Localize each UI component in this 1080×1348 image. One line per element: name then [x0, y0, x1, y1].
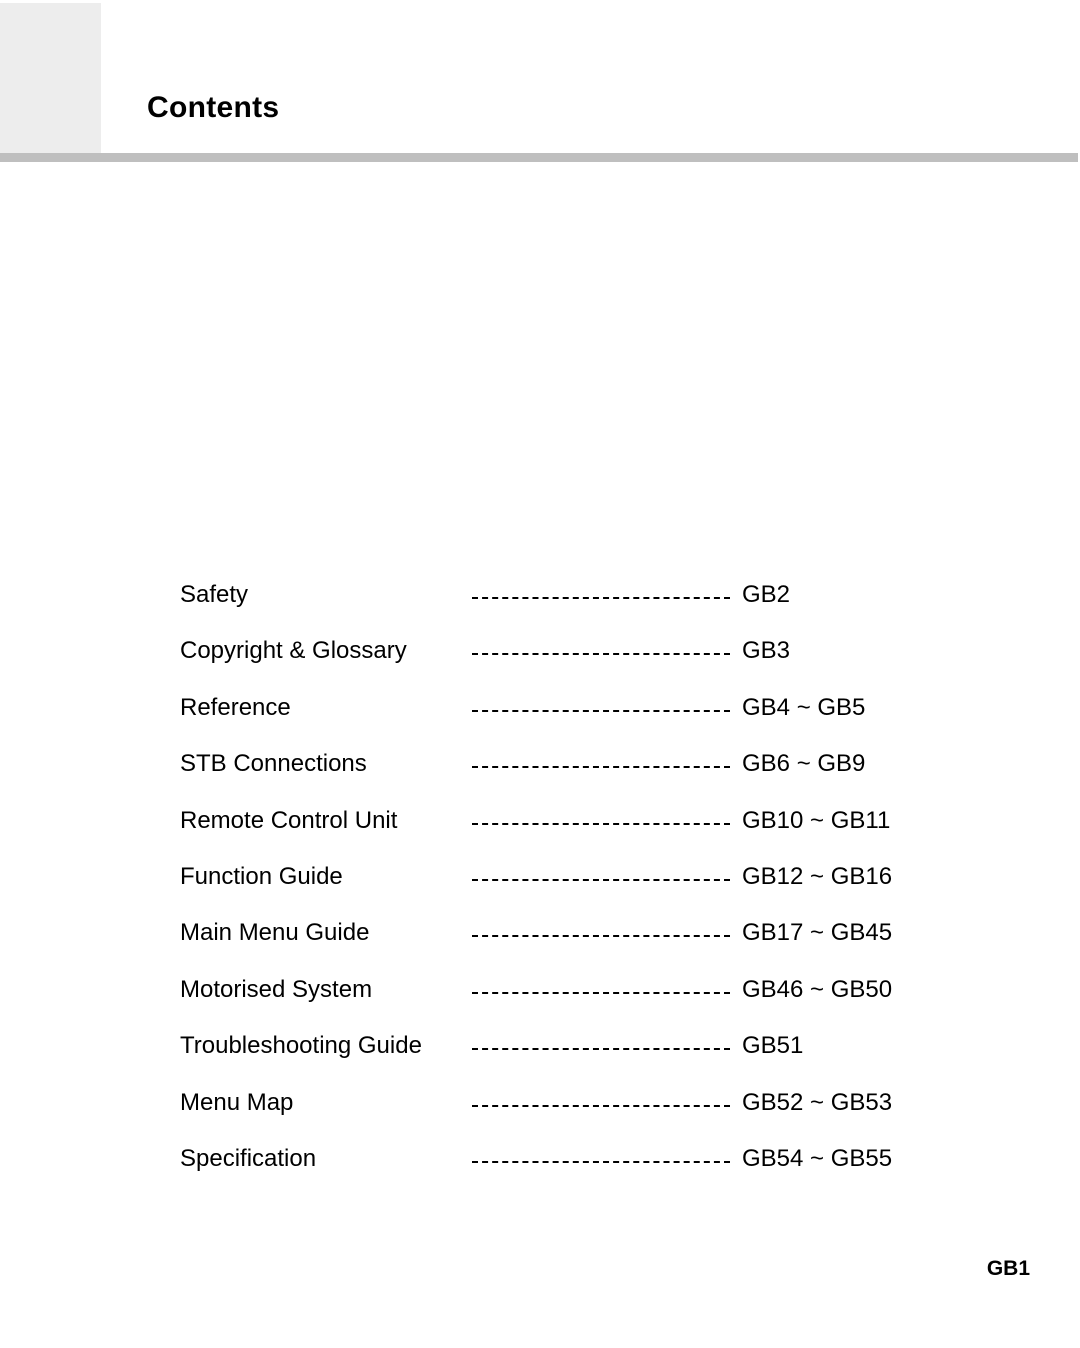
toc-entry-label: Motorised System [180, 975, 373, 1003]
toc-entry-label: Safety [180, 581, 249, 608]
toc-entry-pages: GB51 [742, 1032, 804, 1060]
toc-entry-label: Reference [180, 693, 291, 721]
page-header: Contents [0, 0, 1080, 164]
toc-entry-pages: GB2 [742, 581, 791, 608]
toc-leader-line [472, 766, 730, 769]
toc-leader-line [472, 878, 730, 881]
toc-entry[interactable]: Function Guide GB12 ~ GB16 [0, 857, 1080, 913]
page-title: Contents [147, 91, 280, 124]
toc-leader-line [472, 991, 730, 994]
toc-entry[interactable]: Troubleshooting Guide GB51 [0, 1026, 1080, 1082]
toc-entry-pages: GB10 ~ GB11 [742, 806, 891, 834]
toc-leader-line [472, 1048, 730, 1051]
toc-entry-label: Main Menu Guide [180, 919, 370, 947]
toc-leader-line [472, 822, 730, 825]
toc-entry-label: Remote Control Unit [180, 806, 398, 834]
toc-entry-label: Specification [180, 1144, 317, 1172]
toc-entry[interactable]: Safety GB2 [0, 575, 1080, 631]
toc-entry[interactable]: Menu Map GB52 ~ GB53 [0, 1083, 1080, 1139]
toc-leader-line [472, 1104, 730, 1107]
toc-entry-pages: GB12 ~ GB16 [742, 862, 893, 890]
table-of-contents: Safety GB2 Copyright & Glossary GB3 Referenc… [0, 575, 1080, 1195]
toc-entry-label: Copyright & Glossary [180, 637, 407, 665]
toc-entry-label: STB Connections [180, 750, 367, 778]
toc-leader-line [472, 709, 730, 712]
toc-entry[interactable]: Copyright & Glossary GB3 [0, 631, 1080, 687]
toc-entry-label: Menu Map [180, 1088, 294, 1116]
toc-leader-line [472, 653, 730, 656]
toc-entry-pages: GB17 ~ GB45 [742, 919, 893, 947]
toc-entry-pages: GB6 ~ GB9 [742, 750, 866, 778]
toc-leader-line [472, 597, 730, 599]
toc-entry-pages: GB4 ~ GB5 [742, 693, 866, 721]
header-divider-rule [0, 153, 1078, 162]
toc-entry[interactable]: STB Connections GB6 ~ GB9 [0, 744, 1080, 800]
toc-entry[interactable]: Motorised System GB46 ~ GB50 [0, 970, 1080, 1026]
toc-entry-label: Function Guide [180, 862, 343, 890]
toc-leader-line [472, 1160, 730, 1163]
toc-entry[interactable]: Reference GB4 ~ GB5 [0, 688, 1080, 744]
toc-entry[interactable]: Remote Control Unit GB10 ~ GB11 [0, 801, 1080, 857]
toc-entry[interactable]: Main Menu Guide GB17 ~ GB45 [0, 913, 1080, 969]
toc-entry[interactable]: Specification GB54 ~ GB55 [0, 1139, 1080, 1195]
toc-entry-pages: GB46 ~ GB50 [742, 975, 893, 1003]
header-tab-block [0, 3, 101, 153]
toc-entry-pages: GB54 ~ GB55 [742, 1144, 893, 1172]
footer-page-number: GB1 [986, 1257, 1030, 1280]
toc-entry-label: Troubleshooting Guide [180, 1032, 422, 1060]
toc-entry-pages: GB3 [742, 637, 791, 665]
document-page: Contents Safety GB2 Copyright & Glossary GB… [0, 0, 1080, 1348]
toc-entry-pages: GB52 ~ GB53 [742, 1088, 893, 1116]
toc-leader-line [472, 935, 730, 938]
